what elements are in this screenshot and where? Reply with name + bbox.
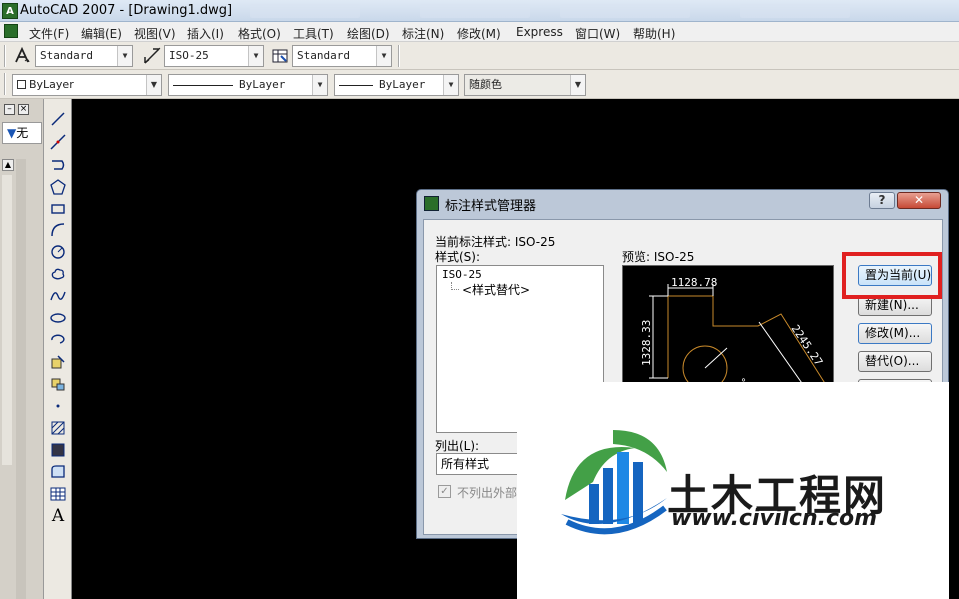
color-select[interactable]: 随颜色 ▼ xyxy=(464,74,586,96)
dim-style-select[interactable]: ISO-25 ▼ xyxy=(164,45,264,67)
rectangle-icon[interactable] xyxy=(48,199,68,219)
region-icon[interactable] xyxy=(48,462,68,482)
background-tab xyxy=(560,4,690,18)
menu-edit[interactable]: 编辑(E) xyxy=(81,25,122,42)
arc-icon[interactable] xyxy=(48,220,68,240)
menu-tools[interactable]: 工具(T) xyxy=(293,25,334,42)
preview-top-dim: 1128.78 xyxy=(671,276,717,289)
background-tab xyxy=(740,4,850,18)
style-item-iso25[interactable]: ISO-25 xyxy=(442,268,482,281)
background-tab xyxy=(420,4,530,18)
spline-icon[interactable] xyxy=(48,286,68,306)
ellipse-arc-icon[interactable] xyxy=(48,330,68,350)
table-style-icon[interactable] xyxy=(270,46,290,66)
draw-toolbar: A xyxy=(44,99,72,599)
watermark-url: www.civilcn.com xyxy=(671,506,878,531)
menu-insert[interactable]: 插入(I) xyxy=(187,25,224,42)
toolbar-separator xyxy=(398,45,400,67)
background-tab xyxy=(250,4,360,18)
style-item-override[interactable]: <样式替代> xyxy=(462,281,530,298)
menu-help[interactable]: 帮助(H) xyxy=(633,25,675,42)
menu-view[interactable]: 视图(V) xyxy=(134,25,176,42)
menu-window[interactable]: 窗口(W) xyxy=(575,25,620,42)
preview-diag-dim: 2245.27 xyxy=(789,322,826,368)
chevron-down-icon[interactable]: ▼ xyxy=(248,46,263,66)
chevron-down-icon[interactable]: ▼ xyxy=(117,46,132,66)
color-swatch-icon xyxy=(17,80,26,89)
hatch-icon[interactable] xyxy=(48,418,68,438)
menu-bar: 文件(F) 编辑(E) 视图(V) 插入(I) 格式(O) 工具(T) 绘图(D… xyxy=(0,22,959,42)
insert-block-icon[interactable] xyxy=(48,352,68,372)
chevron-down-icon[interactable]: ▼ xyxy=(443,75,458,95)
menu-draw[interactable]: 绘图(D) xyxy=(347,25,390,42)
menu-file[interactable]: 文件(F) xyxy=(29,25,69,42)
table-style-select[interactable]: Standard ▼ xyxy=(292,45,392,67)
scroll-up-icon[interactable]: ▲ xyxy=(2,159,14,171)
chevron-down-icon[interactable]: ▼ xyxy=(570,75,585,95)
make-block-icon[interactable] xyxy=(48,374,68,394)
autocad-icon xyxy=(424,196,439,211)
text-style-icon[interactable] xyxy=(12,46,32,66)
title-bar: A AutoCAD 2007 - [Drawing1.dwg] xyxy=(0,0,959,22)
polyline-icon[interactable] xyxy=(48,155,68,175)
dim-style-icon[interactable] xyxy=(142,46,162,66)
ellipse-icon[interactable] xyxy=(48,308,68,328)
minimize-icon[interactable]: – xyxy=(4,104,15,115)
menu-format[interactable]: 格式(O) xyxy=(238,25,281,42)
gradient-icon[interactable] xyxy=(48,440,68,460)
palette-track xyxy=(2,175,12,465)
chevron-down-icon[interactable]: ▼ xyxy=(376,46,391,66)
help-button[interactable]: ? xyxy=(869,192,895,209)
civilcn-logo-icon xyxy=(561,430,667,535)
menu-express[interactable]: Express xyxy=(516,25,563,39)
close-button[interactable]: ✕ xyxy=(897,192,941,209)
toolbar-grip[interactable] xyxy=(4,73,6,95)
left-palette: – × ▼无 ▲ xyxy=(0,99,44,599)
chevron-down-icon[interactable]: ▼ xyxy=(312,75,327,95)
line-sample-icon xyxy=(339,84,373,86)
highlight-annotation xyxy=(842,252,942,299)
layer-select[interactable]: ByLayer ▼ xyxy=(12,74,162,96)
document-icon[interactable] xyxy=(4,24,18,38)
multiline-text-icon[interactable]: A xyxy=(48,506,68,526)
list-filter-select[interactable]: 所有样式 xyxy=(436,453,526,475)
window-title: AutoCAD 2007 - [Drawing1.dwg] xyxy=(20,3,233,18)
watermark-logo: 土木工程网 www.civilcn.com xyxy=(517,382,949,599)
line-icon[interactable] xyxy=(48,109,68,129)
close-icon[interactable]: × xyxy=(18,104,29,115)
line-sample-icon xyxy=(173,84,233,86)
list-label: 列出(L): xyxy=(435,439,480,453)
circle-icon[interactable] xyxy=(48,242,68,262)
autocad-window: A AutoCAD 2007 - [Drawing1.dwg] 文件(F) 编辑… xyxy=(0,0,959,599)
chevron-down-icon[interactable]: ▼ xyxy=(146,75,161,95)
text-style-select[interactable]: Standard ▼ xyxy=(35,45,133,67)
palette-scrollbar[interactable] xyxy=(16,159,26,599)
exclude-xref-checkbox[interactable]: ✓ xyxy=(438,485,451,498)
polygon-icon[interactable] xyxy=(48,177,68,197)
menu-dimension[interactable]: 标注(N) xyxy=(402,25,444,42)
filter-icon: ▼ xyxy=(7,126,17,140)
styles-toolbar: Standard ▼ ISO-25 ▼ Standard ▼ xyxy=(0,42,959,70)
preview-label: 预览: ISO-25 xyxy=(622,250,695,264)
modify-button[interactable]: 修改(M)... xyxy=(858,323,932,344)
table-icon[interactable] xyxy=(48,484,68,504)
toolbar-grip[interactable] xyxy=(4,45,6,67)
autocad-icon: A xyxy=(2,3,18,19)
properties-toolbar: ByLayer ▼ ByLayer ▼ ByLayer ▼ 随颜色 ▼ xyxy=(0,70,959,99)
tree-connector xyxy=(451,282,459,290)
dialog-title-bar[interactable]: 标注样式管理器 ? ✕ xyxy=(417,190,948,216)
linetype-select[interactable]: ByLayer ▼ xyxy=(168,74,328,96)
styles-label: 样式(S): xyxy=(435,250,481,264)
lineweight-select[interactable]: ByLayer ▼ xyxy=(334,74,459,96)
point-icon[interactable] xyxy=(48,396,68,416)
override-button[interactable]: 替代(O)... xyxy=(858,351,932,372)
revision-cloud-icon[interactable] xyxy=(48,264,68,284)
construction-line-icon[interactable] xyxy=(48,132,68,152)
menu-modify[interactable]: 修改(M) xyxy=(457,25,501,42)
preview-left-dim: 1328.33 xyxy=(640,320,653,366)
dialog-title: 标注样式管理器 xyxy=(445,199,537,214)
palette-filter[interactable]: ▼无 xyxy=(2,122,42,144)
